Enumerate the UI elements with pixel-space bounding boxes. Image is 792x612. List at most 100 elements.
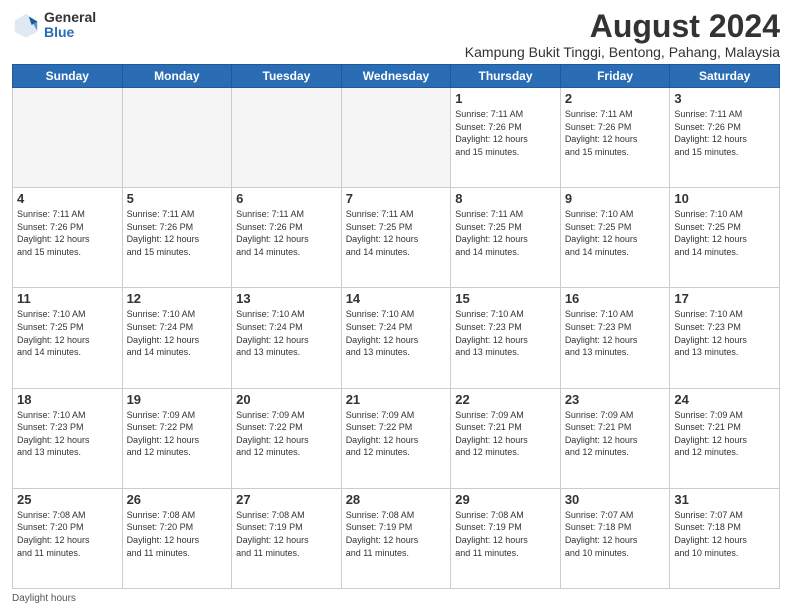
footer: Daylight hours [12, 593, 780, 604]
day-info: Sunrise: 7:11 AM Sunset: 7:26 PM Dayligh… [236, 208, 337, 258]
calendar-header-saturday: Saturday [670, 65, 780, 88]
logo-blue: Blue [44, 25, 96, 40]
day-info: Sunrise: 7:10 AM Sunset: 7:23 PM Dayligh… [17, 409, 118, 459]
calendar-header-tuesday: Tuesday [232, 65, 342, 88]
calendar-week-1: 1 Sunrise: 7:11 AM Sunset: 7:26 PM Daylig… [13, 88, 780, 188]
month-title: August 2024 [465, 10, 780, 42]
day-info: Sunrise: 7:08 AM Sunset: 7:20 PM Dayligh… [127, 509, 228, 559]
day-info: Sunrise: 7:10 AM Sunset: 7:23 PM Dayligh… [565, 308, 666, 358]
calendar-cell: 1 Sunrise: 7:11 AM Sunset: 7:26 PM Daylig… [451, 88, 561, 188]
calendar-cell: 28 Sunrise: 7:08 AM Sunset: 7:19 PM Dayli… [341, 488, 451, 588]
calendar-cell: 2 Sunrise: 7:11 AM Sunset: 7:26 PM Daylig… [560, 88, 670, 188]
day-number: 27 [236, 492, 337, 507]
calendar-cell [122, 88, 232, 188]
day-number: 3 [674, 91, 775, 106]
day-number: 5 [127, 191, 228, 206]
calendar-header-wednesday: Wednesday [341, 65, 451, 88]
calendar-cell: 29 Sunrise: 7:08 AM Sunset: 7:19 PM Dayli… [451, 488, 561, 588]
logo: General Blue [12, 10, 96, 41]
day-info: Sunrise: 7:09 AM Sunset: 7:22 PM Dayligh… [127, 409, 228, 459]
calendar-cell: 25 Sunrise: 7:08 AM Sunset: 7:20 PM Dayli… [13, 488, 123, 588]
day-number: 28 [346, 492, 447, 507]
calendar-cell: 17 Sunrise: 7:10 AM Sunset: 7:23 PM Dayli… [670, 288, 780, 388]
header: General Blue August 2024 Kampung Bukit T… [12, 10, 780, 60]
calendar-cell: 9Sunrise: 7:10 AM Sunset: 7:25 PM Daylig… [560, 188, 670, 288]
calendar-cell: 21Sunrise: 7:09 AM Sunset: 7:22 PM Dayli… [341, 388, 451, 488]
day-number: 7 [346, 191, 447, 206]
calendar-week-5: 25 Sunrise: 7:08 AM Sunset: 7:20 PM Dayli… [13, 488, 780, 588]
day-number: 25 [17, 492, 118, 507]
logo-general: General [44, 10, 96, 25]
calendar-cell [341, 88, 451, 188]
day-number: 30 [565, 492, 666, 507]
day-info: Sunrise: 7:08 AM Sunset: 7:20 PM Dayligh… [17, 509, 118, 559]
day-info: Sunrise: 7:11 AM Sunset: 7:26 PM Dayligh… [127, 208, 228, 258]
day-info: Sunrise: 7:10 AM Sunset: 7:25 PM Dayligh… [674, 208, 775, 258]
day-info: Sunrise: 7:08 AM Sunset: 7:19 PM Dayligh… [346, 509, 447, 559]
calendar-cell [232, 88, 342, 188]
day-info: Sunrise: 7:10 AM Sunset: 7:23 PM Dayligh… [674, 308, 775, 358]
calendar-cell: 26 Sunrise: 7:08 AM Sunset: 7:20 PM Dayli… [122, 488, 232, 588]
calendar-table: SundayMondayTuesdayWednesdayThursdayFrid… [12, 64, 780, 589]
calendar-cell: 15Sunrise: 7:10 AM Sunset: 7:23 PM Dayli… [451, 288, 561, 388]
day-number: 12 [127, 291, 228, 306]
day-number: 2 [565, 91, 666, 106]
calendar-cell: 8Sunrise: 7:11 AM Sunset: 7:25 PM Daylig… [451, 188, 561, 288]
day-info: Sunrise: 7:11 AM Sunset: 7:25 PM Dayligh… [346, 208, 447, 258]
day-info: Sunrise: 7:07 AM Sunset: 7:18 PM Dayligh… [565, 509, 666, 559]
day-number: 4 [17, 191, 118, 206]
day-number: 8 [455, 191, 556, 206]
day-number: 29 [455, 492, 556, 507]
location: Kampung Bukit Tinggi, Bentong, Pahang, M… [465, 44, 780, 60]
day-number: 18 [17, 392, 118, 407]
calendar-cell: 22Sunrise: 7:09 AM Sunset: 7:21 PM Dayli… [451, 388, 561, 488]
logo-text: General Blue [44, 10, 96, 41]
calendar-week-3: 11 Sunrise: 7:10 AM Sunset: 7:25 PM Dayli… [13, 288, 780, 388]
day-info: Sunrise: 7:10 AM Sunset: 7:24 PM Dayligh… [127, 308, 228, 358]
calendar-cell: 12 Sunrise: 7:10 AM Sunset: 7:24 PM Dayli… [122, 288, 232, 388]
day-info: Sunrise: 7:08 AM Sunset: 7:19 PM Dayligh… [455, 509, 556, 559]
calendar-cell: 31Sunrise: 7:07 AM Sunset: 7:18 PM Dayli… [670, 488, 780, 588]
day-number: 11 [17, 291, 118, 306]
day-info: Sunrise: 7:11 AM Sunset: 7:26 PM Dayligh… [565, 108, 666, 158]
day-info: Sunrise: 7:10 AM Sunset: 7:23 PM Dayligh… [455, 308, 556, 358]
page: General Blue August 2024 Kampung Bukit T… [0, 0, 792, 612]
day-info: Sunrise: 7:11 AM Sunset: 7:26 PM Dayligh… [674, 108, 775, 158]
day-number: 6 [236, 191, 337, 206]
day-info: Sunrise: 7:10 AM Sunset: 7:24 PM Dayligh… [346, 308, 447, 358]
day-info: Sunrise: 7:10 AM Sunset: 7:24 PM Dayligh… [236, 308, 337, 358]
calendar-cell: 30 Sunrise: 7:07 AM Sunset: 7:18 PM Dayli… [560, 488, 670, 588]
calendar-cell: 7 Sunrise: 7:11 AM Sunset: 7:25 PM Daylig… [341, 188, 451, 288]
calendar-cell: 11 Sunrise: 7:10 AM Sunset: 7:25 PM Dayli… [13, 288, 123, 388]
day-info: Sunrise: 7:07 AM Sunset: 7:18 PM Dayligh… [674, 509, 775, 559]
day-info: Sunrise: 7:09 AM Sunset: 7:21 PM Dayligh… [674, 409, 775, 459]
day-number: 14 [346, 291, 447, 306]
calendar-cell: 24Sunrise: 7:09 AM Sunset: 7:21 PM Dayli… [670, 388, 780, 488]
day-info: Sunrise: 7:11 AM Sunset: 7:26 PM Dayligh… [455, 108, 556, 158]
day-number: 23 [565, 392, 666, 407]
calendar-cell: 4Sunrise: 7:11 AM Sunset: 7:26 PM Daylig… [13, 188, 123, 288]
calendar-week-4: 18 Sunrise: 7:10 AM Sunset: 7:23 PM Dayli… [13, 388, 780, 488]
day-number: 26 [127, 492, 228, 507]
day-number: 13 [236, 291, 337, 306]
calendar-header-friday: Friday [560, 65, 670, 88]
calendar-cell: 23Sunrise: 7:09 AM Sunset: 7:21 PM Dayli… [560, 388, 670, 488]
day-number: 10 [674, 191, 775, 206]
day-number: 17 [674, 291, 775, 306]
day-number: 19 [127, 392, 228, 407]
day-info: Sunrise: 7:08 AM Sunset: 7:19 PM Dayligh… [236, 509, 337, 559]
calendar-header-monday: Monday [122, 65, 232, 88]
day-number: 22 [455, 392, 556, 407]
calendar-week-2: 4 Sunrise: 7:11 AM Sunset: 7:26 PM Daylig… [13, 188, 780, 288]
calendar-cell: 3 Sunrise: 7:11 AM Sunset: 7:26 PM Daylig… [670, 88, 780, 188]
calendar-cell: 20Sunrise: 7:09 AM Sunset: 7:22 PM Dayli… [232, 388, 342, 488]
day-number: 21 [346, 392, 447, 407]
day-number: 1 [455, 91, 556, 106]
calendar-cell: 16Sunrise: 7:10 AM Sunset: 7:23 PM Dayli… [560, 288, 670, 388]
calendar-cell [13, 88, 123, 188]
day-number: 20 [236, 392, 337, 407]
day-info: Sunrise: 7:10 AM Sunset: 7:25 PM Dayligh… [17, 308, 118, 358]
day-number: 9 [565, 191, 666, 206]
calendar-cell: 27 Sunrise: 7:08 AM Sunset: 7:19 PM Dayli… [232, 488, 342, 588]
calendar-cell: 5 Sunrise: 7:11 AM Sunset: 7:26 PM Daylig… [122, 188, 232, 288]
